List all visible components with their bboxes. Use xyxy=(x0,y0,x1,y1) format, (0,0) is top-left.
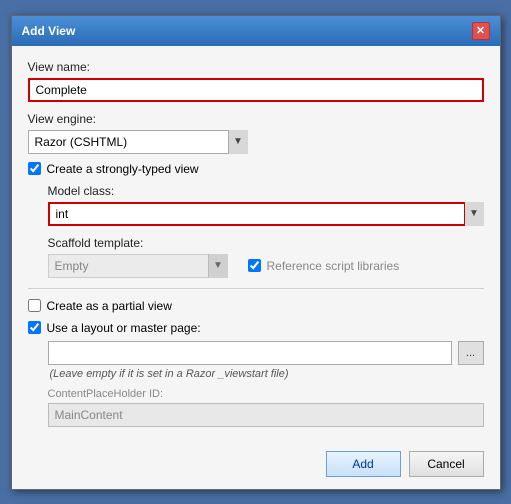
use-layout-label: Use a layout or master page: xyxy=(47,321,201,335)
cancel-button[interactable]: Cancel xyxy=(409,451,484,477)
button-row: Add Cancel xyxy=(28,443,484,477)
scaffold-label: Scaffold template: xyxy=(48,236,484,250)
layout-hint: (Leave empty if it is set in a Razor _vi… xyxy=(50,368,484,380)
scaffold-select[interactable]: Empty Create Delete Details Edit List xyxy=(48,254,228,278)
view-engine-select[interactable]: Razor (CSHTML) ASPX Spark xyxy=(28,130,248,154)
partial-view-checkbox[interactable] xyxy=(28,299,41,312)
browse-button[interactable]: ... xyxy=(458,341,484,365)
partial-view-row: Create as a partial view xyxy=(28,299,484,313)
content-placeholder-input xyxy=(48,403,484,427)
reference-scripts-label: Reference script libraries xyxy=(267,259,400,273)
dialog-title: Add View xyxy=(22,24,76,38)
add-button[interactable]: Add xyxy=(326,451,401,477)
scaffold-row: Empty Create Delete Details Edit List ▼ … xyxy=(48,254,484,278)
content-placeholder-label: ContentPlaceHolder ID: xyxy=(48,388,484,400)
model-class-label: Model class: xyxy=(48,184,484,198)
reference-row: Reference script libraries xyxy=(248,259,400,273)
model-class-wrapper: ▼ xyxy=(48,202,484,226)
content-placeholder-section: ContentPlaceHolder ID: xyxy=(48,388,484,427)
title-bar: Add View ✕ xyxy=(12,16,500,46)
view-engine-wrapper: Razor (CSHTML) ASPX Spark ▼ xyxy=(28,130,248,154)
model-class-input[interactable] xyxy=(48,202,484,226)
divider xyxy=(28,288,484,289)
use-layout-row: Use a layout or master page: xyxy=(28,321,484,335)
model-class-dropdown-icon[interactable]: ▼ xyxy=(464,202,484,226)
view-engine-label: View engine: xyxy=(28,112,484,126)
view-engine-section: View engine: Razor (CSHTML) ASPX Spark ▼ xyxy=(28,112,484,154)
strongly-typed-row: Create a strongly-typed view xyxy=(28,162,484,176)
add-view-dialog: Add View ✕ View name: View engine: Razor… xyxy=(11,15,501,490)
scaffold-select-wrapper: Empty Create Delete Details Edit List ▼ xyxy=(48,254,228,278)
close-button[interactable]: ✕ xyxy=(472,22,490,40)
scaffold-section: Scaffold template: Empty Create Delete D… xyxy=(48,236,484,278)
layout-path-input[interactable] xyxy=(48,341,452,365)
indented-section: Model class: ▼ Scaffold template: Empty … xyxy=(48,184,484,278)
partial-view-label: Create as a partial view xyxy=(47,299,172,313)
strongly-typed-label: Create a strongly-typed view xyxy=(47,162,199,176)
view-name-label: View name: xyxy=(28,60,484,74)
layout-path-row: ... xyxy=(48,341,484,365)
use-layout-checkbox[interactable] xyxy=(28,321,41,334)
strongly-typed-checkbox[interactable] xyxy=(28,162,41,175)
dialog-body: View name: View engine: Razor (CSHTML) A… xyxy=(12,46,500,489)
view-name-section: View name: xyxy=(28,60,484,102)
reference-scripts-checkbox[interactable] xyxy=(248,259,261,272)
view-name-input[interactable] xyxy=(28,78,484,102)
